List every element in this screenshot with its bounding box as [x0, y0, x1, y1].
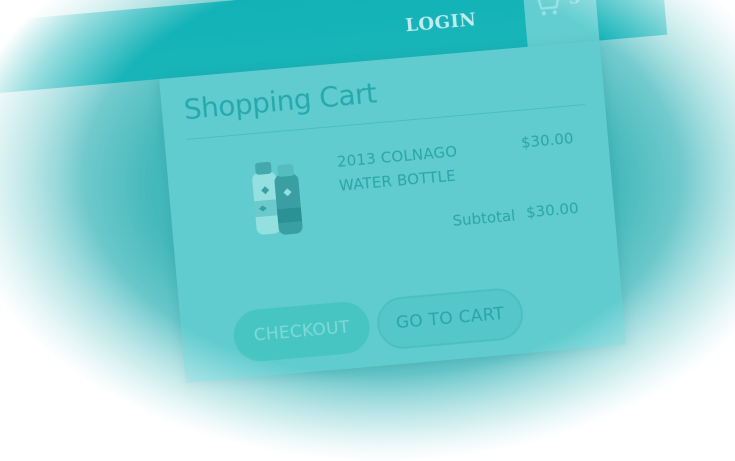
subtotal-value: $30.00 — [525, 199, 580, 222]
panel-title: Shopping Cart — [182, 76, 378, 126]
tilted-page: LOGIN 3 Shopping Cart — [0, 0, 700, 457]
shopping-cart-icon — [531, 0, 560, 16]
screenshot-stage: LOGIN 3 Shopping Cart — [0, 0, 735, 461]
cart-item-name[interactable]: 2013 COLNAGO WATER BOTTLE — [336, 135, 510, 198]
cart-count-badge: 3 — [568, 0, 582, 9]
shopping-cart-panel: Shopping Cart 2013 COLNAGO WATER BOTTLE … — [159, 40, 627, 383]
cart-tab[interactable]: 3 — [522, 0, 600, 47]
subtotal-label: Subtotal — [451, 206, 517, 230]
cart-item-price: $30.00 — [520, 129, 575, 152]
go-to-cart-button[interactable]: GO TO CART — [375, 286, 526, 351]
water-bottles-image[interactable] — [237, 156, 320, 242]
checkout-button[interactable]: CHECKOUT — [231, 299, 372, 364]
